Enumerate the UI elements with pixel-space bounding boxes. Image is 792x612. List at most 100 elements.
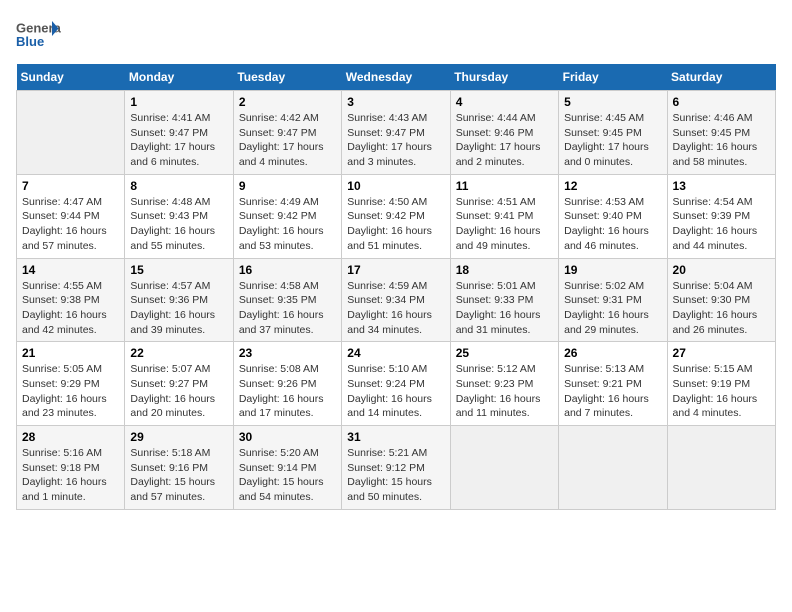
calendar-cell: 5 Sunrise: 4:45 AM Sunset: 9:45 PM Daylig…	[559, 91, 667, 175]
day-number: 24	[347, 346, 444, 360]
day-number: 3	[347, 95, 444, 109]
svg-text:Blue: Blue	[16, 34, 44, 49]
cell-content: Sunrise: 4:47 AM Sunset: 9:44 PM Dayligh…	[22, 195, 119, 254]
day-number: 9	[239, 179, 336, 193]
day-number: 15	[130, 263, 227, 277]
calendar-cell: 3 Sunrise: 4:43 AM Sunset: 9:47 PM Daylig…	[342, 91, 450, 175]
calendar-cell	[17, 91, 125, 175]
day-number: 26	[564, 346, 661, 360]
day-number: 7	[22, 179, 119, 193]
cell-content: Sunrise: 5:02 AM Sunset: 9:31 PM Dayligh…	[564, 279, 661, 338]
logo: General Blue	[16, 16, 61, 56]
day-number: 6	[673, 95, 770, 109]
cell-content: Sunrise: 5:20 AM Sunset: 9:14 PM Dayligh…	[239, 446, 336, 505]
day-number: 5	[564, 95, 661, 109]
weekday-header: Tuesday	[233, 64, 341, 91]
day-number: 17	[347, 263, 444, 277]
calendar-cell: 26 Sunrise: 5:13 AM Sunset: 9:21 PM Dayli…	[559, 342, 667, 426]
calendar-week-row: 21 Sunrise: 5:05 AM Sunset: 9:29 PM Dayli…	[17, 342, 776, 426]
cell-content: Sunrise: 4:48 AM Sunset: 9:43 PM Dayligh…	[130, 195, 227, 254]
calendar-cell: 13 Sunrise: 4:54 AM Sunset: 9:39 PM Dayli…	[667, 174, 775, 258]
logo-svg: General Blue	[16, 16, 61, 56]
calendar-cell: 22 Sunrise: 5:07 AM Sunset: 9:27 PM Dayli…	[125, 342, 233, 426]
day-number: 16	[239, 263, 336, 277]
calendar-cell	[450, 426, 558, 510]
calendar-cell: 12Sunrise: 4:53 AM Sunset: 9:40 PM Dayli…	[559, 174, 667, 258]
cell-content: Sunrise: 4:44 AM Sunset: 9:46 PM Dayligh…	[456, 111, 553, 170]
day-number: 25	[456, 346, 553, 360]
day-number: 29	[130, 430, 227, 444]
calendar-week-row: 28 Sunrise: 5:16 AM Sunset: 9:18 PM Dayli…	[17, 426, 776, 510]
day-number: 4	[456, 95, 553, 109]
cell-content: Sunrise: 5:18 AM Sunset: 9:16 PM Dayligh…	[130, 446, 227, 505]
calendar-cell	[559, 426, 667, 510]
calendar-cell: 4 Sunrise: 4:44 AM Sunset: 9:46 PM Daylig…	[450, 91, 558, 175]
cell-content: Sunrise: 5:13 AM Sunset: 9:21 PM Dayligh…	[564, 362, 661, 421]
day-number: 14	[22, 263, 119, 277]
calendar-week-row: 7 Sunrise: 4:47 AM Sunset: 9:44 PM Daylig…	[17, 174, 776, 258]
calendar-cell: 30 Sunrise: 5:20 AM Sunset: 9:14 PM Dayli…	[233, 426, 341, 510]
calendar-cell: 29 Sunrise: 5:18 AM Sunset: 9:16 PM Dayli…	[125, 426, 233, 510]
cell-content: Sunrise: 5:04 AM Sunset: 9:30 PM Dayligh…	[673, 279, 770, 338]
calendar-cell: 8 Sunrise: 4:48 AM Sunset: 9:43 PM Daylig…	[125, 174, 233, 258]
weekday-header-row: SundayMondayTuesdayWednesdayThursdayFrid…	[17, 64, 776, 91]
calendar-cell: 19Sunrise: 5:02 AM Sunset: 9:31 PM Dayli…	[559, 258, 667, 342]
calendar-cell: 6Sunrise: 4:46 AM Sunset: 9:45 PM Daylig…	[667, 91, 775, 175]
day-number: 22	[130, 346, 227, 360]
cell-content: Sunrise: 4:58 AM Sunset: 9:35 PM Dayligh…	[239, 279, 336, 338]
day-number: 21	[22, 346, 119, 360]
day-number: 28	[22, 430, 119, 444]
calendar-cell: 24 Sunrise: 5:10 AM Sunset: 9:24 PM Dayli…	[342, 342, 450, 426]
calendar-week-row: 1Sunrise: 4:41 AM Sunset: 9:47 PM Daylig…	[17, 91, 776, 175]
weekday-header: Monday	[125, 64, 233, 91]
weekday-header: Wednesday	[342, 64, 450, 91]
cell-content: Sunrise: 4:41 AM Sunset: 9:47 PM Dayligh…	[130, 111, 227, 170]
day-number: 23	[239, 346, 336, 360]
day-number: 12	[564, 179, 661, 193]
calendar-table: SundayMondayTuesdayWednesdayThursdayFrid…	[16, 64, 776, 510]
day-number: 18	[456, 263, 553, 277]
cell-content: Sunrise: 5:07 AM Sunset: 9:27 PM Dayligh…	[130, 362, 227, 421]
cell-content: Sunrise: 4:57 AM Sunset: 9:36 PM Dayligh…	[130, 279, 227, 338]
calendar-cell: 16 Sunrise: 4:58 AM Sunset: 9:35 PM Dayli…	[233, 258, 341, 342]
cell-content: Sunrise: 5:10 AM Sunset: 9:24 PM Dayligh…	[347, 362, 444, 421]
cell-content: Sunrise: 5:21 AM Sunset: 9:12 PM Dayligh…	[347, 446, 444, 505]
calendar-cell: 7 Sunrise: 4:47 AM Sunset: 9:44 PM Daylig…	[17, 174, 125, 258]
cell-content: Sunrise: 4:49 AM Sunset: 9:42 PM Dayligh…	[239, 195, 336, 254]
day-number: 10	[347, 179, 444, 193]
day-number: 11	[456, 179, 553, 193]
calendar-cell	[667, 426, 775, 510]
day-number: 27	[673, 346, 770, 360]
day-number: 13	[673, 179, 770, 193]
weekday-header: Saturday	[667, 64, 775, 91]
calendar-cell: 21 Sunrise: 5:05 AM Sunset: 9:29 PM Dayli…	[17, 342, 125, 426]
cell-content: Sunrise: 4:42 AM Sunset: 9:47 PM Dayligh…	[239, 111, 336, 170]
cell-content: Sunrise: 4:43 AM Sunset: 9:47 PM Dayligh…	[347, 111, 444, 170]
day-number: 8	[130, 179, 227, 193]
day-number: 2	[239, 95, 336, 109]
calendar-cell: 17 Sunrise: 4:59 AM Sunset: 9:34 PM Dayli…	[342, 258, 450, 342]
calendar-cell: 31Sunrise: 5:21 AM Sunset: 9:12 PM Dayli…	[342, 426, 450, 510]
cell-content: Sunrise: 5:16 AM Sunset: 9:18 PM Dayligh…	[22, 446, 119, 505]
cell-content: Sunrise: 5:01 AM Sunset: 9:33 PM Dayligh…	[456, 279, 553, 338]
day-number: 30	[239, 430, 336, 444]
cell-content: Sunrise: 4:45 AM Sunset: 9:45 PM Dayligh…	[564, 111, 661, 170]
calendar-cell: 15 Sunrise: 4:57 AM Sunset: 9:36 PM Dayli…	[125, 258, 233, 342]
calendar-cell: 2 Sunrise: 4:42 AM Sunset: 9:47 PM Daylig…	[233, 91, 341, 175]
calendar-cell: 28 Sunrise: 5:16 AM Sunset: 9:18 PM Dayli…	[17, 426, 125, 510]
cell-content: Sunrise: 5:08 AM Sunset: 9:26 PM Dayligh…	[239, 362, 336, 421]
cell-content: Sunrise: 4:54 AM Sunset: 9:39 PM Dayligh…	[673, 195, 770, 254]
cell-content: Sunrise: 5:05 AM Sunset: 9:29 PM Dayligh…	[22, 362, 119, 421]
weekday-header: Friday	[559, 64, 667, 91]
weekday-header: Thursday	[450, 64, 558, 91]
cell-content: Sunrise: 4:51 AM Sunset: 9:41 PM Dayligh…	[456, 195, 553, 254]
weekday-header: Sunday	[17, 64, 125, 91]
header: General Blue	[16, 16, 776, 56]
calendar-cell: 25Sunrise: 5:12 AM Sunset: 9:23 PM Dayli…	[450, 342, 558, 426]
calendar-cell: 18 Sunrise: 5:01 AM Sunset: 9:33 PM Dayli…	[450, 258, 558, 342]
cell-content: Sunrise: 4:59 AM Sunset: 9:34 PM Dayligh…	[347, 279, 444, 338]
calendar-cell: 9 Sunrise: 4:49 AM Sunset: 9:42 PM Daylig…	[233, 174, 341, 258]
calendar-week-row: 14Sunrise: 4:55 AM Sunset: 9:38 PM Dayli…	[17, 258, 776, 342]
cell-content: Sunrise: 4:50 AM Sunset: 9:42 PM Dayligh…	[347, 195, 444, 254]
cell-content: Sunrise: 5:15 AM Sunset: 9:19 PM Dayligh…	[673, 362, 770, 421]
